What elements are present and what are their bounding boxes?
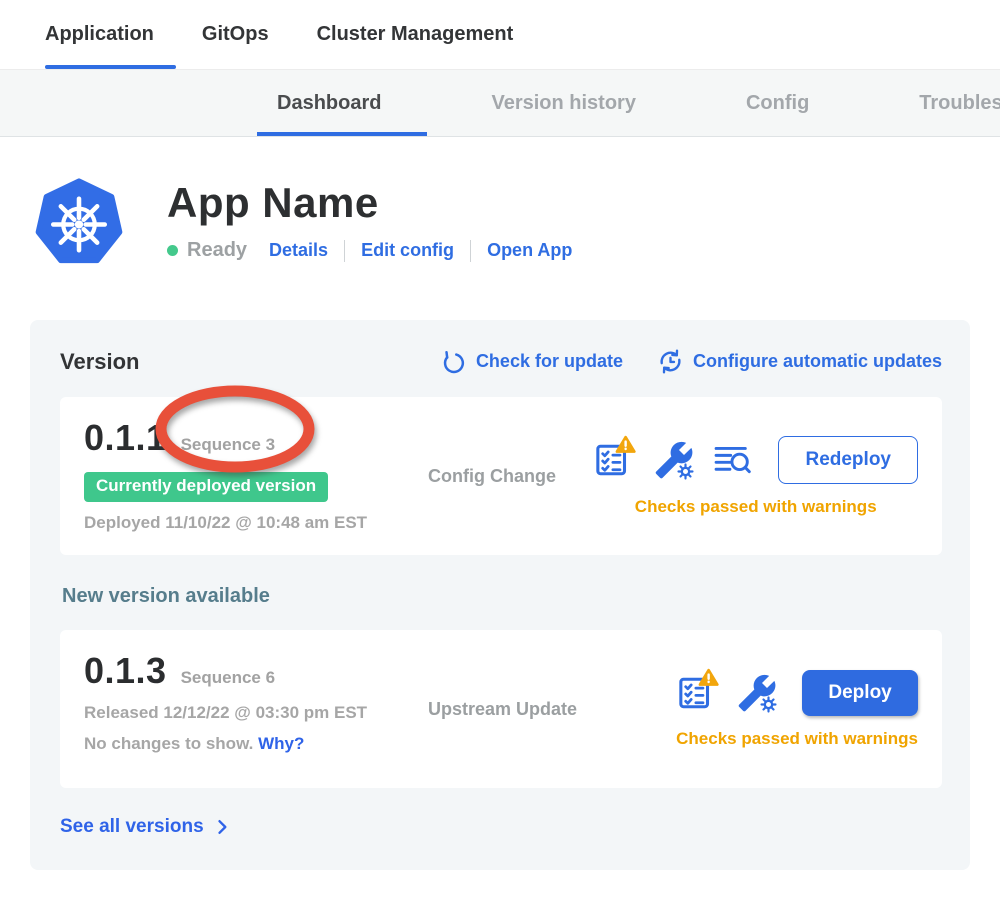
version-panel-header: Version Check for update bbox=[60, 348, 942, 375]
preflight-checks-status: Checks passed with warnings bbox=[635, 497, 877, 517]
wrench-gear-icon[interactable] bbox=[654, 440, 694, 480]
preflight-checks-status: Checks passed with warnings bbox=[676, 729, 918, 749]
status-dot bbox=[167, 245, 178, 256]
edit-config-link[interactable]: Edit config bbox=[361, 240, 454, 261]
version-section-title: Version bbox=[60, 349, 139, 375]
redeploy-button[interactable]: Redeploy bbox=[778, 436, 918, 484]
tab-gitops[interactable]: GitOps bbox=[202, 0, 269, 69]
app-header: App Name Ready Details Edit config Open … bbox=[35, 177, 1000, 267]
wrench-gear-icon[interactable] bbox=[737, 673, 777, 713]
chevron-right-icon bbox=[212, 817, 232, 837]
version-source-label: Upstream Update bbox=[428, 699, 608, 720]
tab-application[interactable]: Application bbox=[45, 0, 154, 69]
new-version-heading: New version available bbox=[62, 585, 942, 608]
app-subnav: Dashboard Version history Config Trouble… bbox=[0, 70, 1000, 137]
divider bbox=[344, 240, 345, 262]
released-timestamp: Released 12/12/22 @ 03:30 pm EST bbox=[84, 703, 414, 723]
scheduled-update-icon bbox=[657, 348, 684, 375]
current-version-card: 0.1.1 Sequence 3 Currently deployed vers… bbox=[60, 397, 942, 555]
deployed-timestamp: Deployed 11/10/22 @ 10:48 am EST bbox=[84, 513, 414, 533]
no-changes-text: No changes to show. bbox=[84, 734, 253, 753]
tab-cluster-management[interactable]: Cluster Management bbox=[317, 0, 514, 69]
why-link[interactable]: Why? bbox=[258, 734, 304, 753]
refresh-icon bbox=[441, 349, 467, 375]
tab-config[interactable]: Config bbox=[746, 70, 809, 136]
divider bbox=[470, 240, 471, 262]
preflight-checklist-icon[interactable] bbox=[676, 672, 718, 714]
configure-automatic-updates-link[interactable]: Configure automatic updates bbox=[657, 348, 942, 375]
deployed-version-badge: Currently deployed version bbox=[84, 472, 328, 502]
primary-nav: Application GitOps Cluster Management bbox=[0, 0, 1000, 70]
tab-version-history[interactable]: Version history bbox=[491, 70, 636, 136]
open-app-link[interactable]: Open App bbox=[487, 240, 572, 261]
available-version-number: 0.1.3 bbox=[84, 650, 167, 692]
tab-troubleshoot[interactable]: Troubleshoot bbox=[919, 70, 1000, 136]
version-panel: Version Check for update bbox=[30, 320, 970, 870]
kubernetes-logo bbox=[35, 177, 123, 267]
details-link[interactable]: Details bbox=[269, 240, 328, 261]
version-actions: Check for update Configure automatic upd… bbox=[441, 348, 942, 375]
view-diff-icon[interactable] bbox=[713, 443, 753, 477]
available-version-sequence: Sequence 6 bbox=[181, 668, 276, 688]
see-all-versions-link[interactable]: See all versions bbox=[60, 816, 232, 838]
current-version-sequence: Sequence 3 bbox=[181, 435, 276, 455]
tab-dashboard[interactable]: Dashboard bbox=[277, 70, 381, 136]
current-version-number: 0.1.1 bbox=[84, 417, 167, 459]
preflight-checklist-icon[interactable] bbox=[593, 439, 635, 481]
status-badge: Ready bbox=[187, 239, 247, 262]
deploy-button[interactable]: Deploy bbox=[802, 670, 917, 716]
version-source-label: Config Change bbox=[428, 466, 593, 487]
page-title: App Name bbox=[167, 179, 572, 227]
available-version-card: 0.1.3 Sequence 6 Released 12/12/22 @ 03:… bbox=[60, 630, 942, 788]
app-status-row: Ready Details Edit config Open App bbox=[167, 239, 572, 262]
check-for-update-link[interactable]: Check for update bbox=[441, 349, 623, 375]
